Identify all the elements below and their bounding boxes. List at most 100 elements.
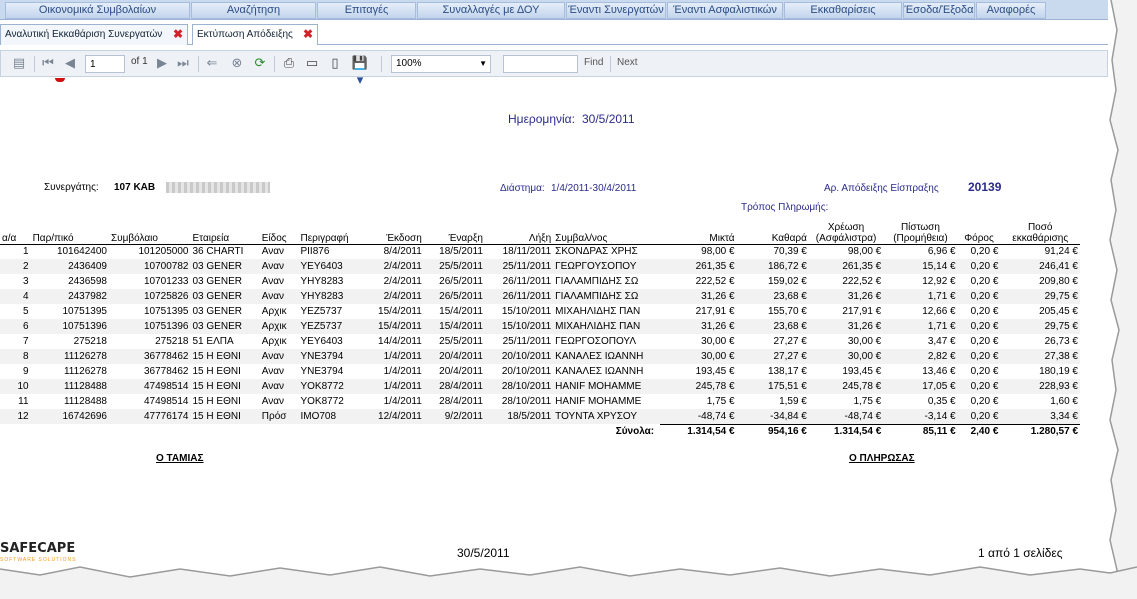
table-cell: 51 ΕΛΠΑ [190, 334, 260, 349]
total-tax: 2,40 € [957, 423, 1001, 439]
logo-text: SAFECAPE [0, 541, 76, 556]
table-cell: 98,00 € [660, 244, 737, 259]
table-cell: 222,52 € [660, 274, 737, 289]
table-cell: Αναν [259, 379, 299, 394]
table-cell: -34,84 € [736, 409, 809, 424]
table-cell: 47498514 [109, 379, 191, 394]
table-cell: 0,20 € [957, 304, 1001, 319]
stop-icon[interactable]: ⊗ [230, 55, 244, 72]
table-cell: YNE3794 [298, 349, 360, 364]
table-cell: 0,20 € [957, 364, 1001, 379]
table-cell: 03 GENER [190, 259, 260, 274]
last-page-icon[interactable]: ⏭ [176, 55, 190, 72]
tab-partner-settlement[interactable]: Αναλυτική Εκκαθάριση Συνεργατών ✖ [0, 24, 188, 45]
col-header: α/α [0, 216, 31, 245]
table-cell: 30,00 € [808, 334, 884, 349]
table-cell: 11126278 [30, 364, 109, 379]
chevron-down-icon: ▼ [479, 59, 487, 68]
table-cell: 28/4/2011 [423, 394, 485, 409]
menu-item-vs-insurers[interactable]: Έναντι Ασφαλιστικών [667, 2, 783, 19]
menu-item-income-expenses[interactable]: Έσοδα/Έξοδα [903, 2, 975, 19]
totals-label: Σύνολα: [0, 424, 661, 439]
table-cell: 0,20 € [957, 409, 1001, 424]
table-cell: 10701233 [109, 274, 191, 289]
table-cell: 0,20 € [957, 334, 1001, 349]
first-page-icon[interactable]: ⏮ [41, 55, 55, 72]
menu-item-reports[interactable]: Αναφορές [976, 2, 1046, 19]
find-link[interactable]: Find [584, 57, 603, 68]
table-cell: 6 [0, 319, 31, 334]
page-setup-icon[interactable]: ▯ [327, 55, 343, 72]
table-cell: 245,78 € [808, 379, 884, 394]
table-cell: 20/10/2011 [484, 364, 554, 379]
period-label: Διάστημα: [500, 183, 545, 194]
date-value: 30/5/2011 [582, 112, 635, 126]
close-icon[interactable]: ✖ [303, 25, 313, 44]
table-cell: 275218 [109, 334, 191, 349]
menu-item-cheques[interactable]: Επιταγές [317, 2, 416, 19]
save-icon[interactable]: 💾▾ [349, 55, 371, 88]
table-cell: YHY8283 [298, 274, 360, 289]
print-layout-icon[interactable]: ▭ [304, 55, 320, 72]
table-cell: 0,20 € [957, 274, 1001, 289]
table-cell: Αρχικ [259, 304, 299, 319]
table-cell: 4 [0, 289, 31, 304]
table-cell: 15 Η ΕΘΝΙ [190, 349, 260, 364]
zoom-select[interactable]: 100% ▼ [391, 55, 491, 73]
report-page: Ημερομηνία: 30/5/2011 Συνεργάτης: 107 ΚΑ… [0, 78, 1108, 578]
prev-page-icon[interactable]: ◀ [63, 55, 77, 72]
back-icon[interactable]: ⇐ [205, 55, 219, 72]
table-cell: ΤΟΥΝΤΑ ΧΡΥΣΟΥ [553, 409, 661, 424]
table-cell: 15,14 € [883, 259, 958, 274]
table-cell: 1/4/2011 [359, 349, 424, 364]
table-cell: 26/11/2011 [484, 289, 554, 304]
find-input[interactable] [503, 55, 578, 73]
table-cell: 209,80 € [1000, 274, 1080, 289]
table-cell: 10751396 [109, 319, 191, 334]
table-cell: 25/11/2011 [484, 259, 554, 274]
tab-strip: Αναλυτική Εκκαθάριση Συνεργατών ✖ Εκτύπω… [0, 21, 1108, 45]
menu-item-contract-finance[interactable]: Οικονομικά Συμβολαίων [5, 2, 190, 19]
top-menu-bar: Οικονομικά Συμβολαίων Αναζήτηση Επιταγές… [0, 0, 1108, 20]
table-cell: 18/5/2011 [484, 409, 554, 424]
table-cell: 25/11/2011 [484, 334, 554, 349]
print-icon[interactable]: ⎙ [281, 55, 297, 72]
table-cell: 6,96 € [883, 244, 958, 259]
table-cell: ΓΕΩΡΓΟΣΟΠΟΥΛ [553, 334, 661, 349]
menu-item-settlements[interactable]: Εκκαθαρίσεις [784, 2, 902, 19]
partner-value: 107 ΚΑΒ [114, 182, 156, 193]
table-row: 4 2437982 10725826 03 GENER Αναν YHY8283 2/4/2… [0, 289, 1080, 304]
tree-icon[interactable]: ▤ [11, 55, 27, 72]
table-cell: 25/5/2011 [423, 259, 485, 274]
table-cell: 11128488 [30, 394, 109, 409]
table-cell: 15/4/2011 [423, 304, 485, 319]
table-cell: 228,93 € [1000, 379, 1080, 394]
menu-item-tax-office[interactable]: Συναλλαγές με ΔΟΥ [417, 2, 565, 19]
col-header: Έκδοση [359, 216, 424, 245]
payment-method-header: Τρόπος Πληρωμής: [741, 202, 829, 213]
col-header: Λήξη [484, 216, 554, 245]
partner-label: Συνεργάτης: [44, 182, 99, 193]
next-page-icon[interactable]: ▶ [155, 55, 169, 72]
refresh-icon[interactable]: ⟳ [253, 55, 267, 72]
table-cell: YNE3794 [298, 364, 360, 379]
menu-item-search[interactable]: Αναζήτηση [191, 2, 316, 19]
next-link[interactable]: Next [617, 57, 638, 68]
close-icon[interactable]: ✖ [173, 25, 183, 44]
menu-item-vs-partners[interactable]: Έναντι Συνεργατών [566, 2, 666, 19]
table-cell: YOK8772 [298, 394, 360, 409]
table-cell: 0,35 € [883, 394, 958, 409]
table-cell: 10751395 [30, 304, 109, 319]
table-row: 1 101642400 101205000 36 CHARTI Αναν PII876 8/… [0, 244, 1080, 259]
table-cell: Αρχικ [259, 334, 299, 349]
table-cell: 0,20 € [957, 349, 1001, 364]
table-cell: 1/4/2011 [359, 379, 424, 394]
col-header: Καθαρά [736, 216, 809, 245]
zoom-value: 100% [396, 58, 422, 69]
table-cell: 1,75 € [660, 394, 737, 409]
page-number-input[interactable] [85, 55, 125, 73]
tab-receipt-print[interactable]: Εκτύπωση Απόδειξης ✖ [192, 24, 318, 45]
tab-label: Αναλυτική Εκκαθάριση Συνεργατών [5, 29, 163, 40]
table-cell: 20/10/2011 [484, 349, 554, 364]
col-header: Παρ/πικό [30, 216, 109, 245]
